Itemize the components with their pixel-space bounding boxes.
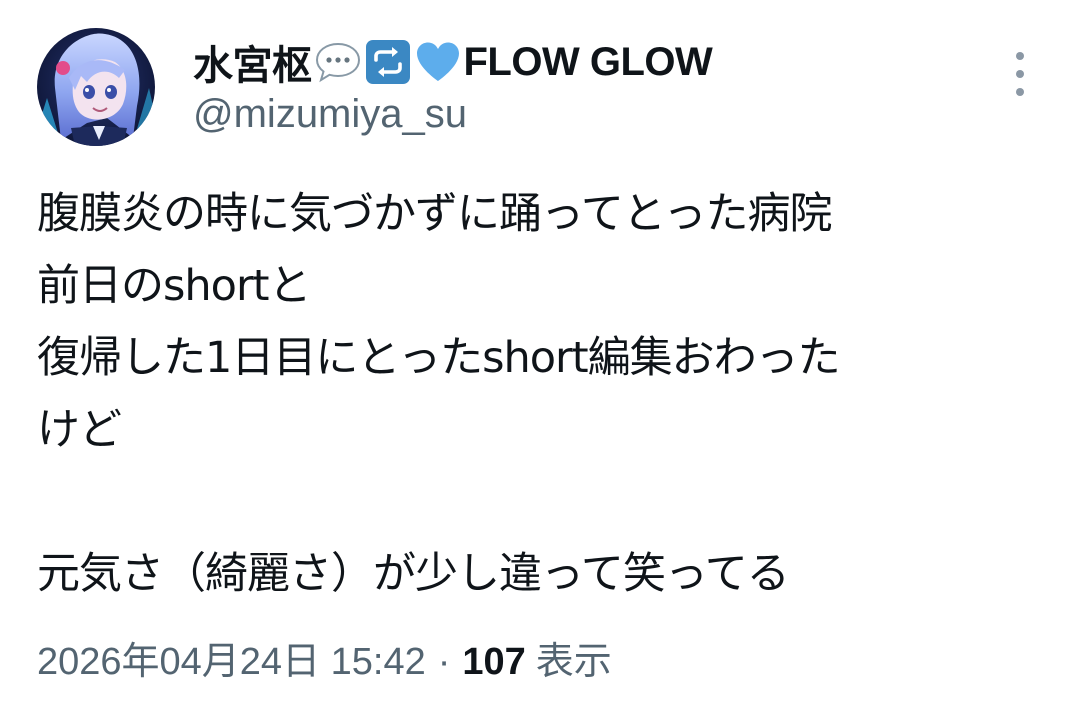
blue-heart-emoji xyxy=(414,38,462,86)
tweet-timestamp[interactable]: 2026年04月24日 15:42 xyxy=(37,630,426,685)
repeat-emoji xyxy=(364,38,412,86)
views-label: 表示 xyxy=(535,641,612,683)
speech-bubble-emoji xyxy=(314,38,362,86)
avatar-image xyxy=(37,28,155,146)
display-name-row[interactable]: 水宮枢 FLOW GLOW xyxy=(193,36,713,89)
display-name-prefix: 水宮枢 xyxy=(193,44,312,88)
user-handle[interactable]: @mizumiya_su xyxy=(193,92,467,137)
vertical-ellipsis-icon xyxy=(1016,52,1024,60)
vertical-ellipsis-icon-dot xyxy=(1016,70,1024,78)
tweet-card: 水宮枢 FLOW GLOW @mizumiya_su 腹膜炎の時に気づかずに踊っ… xyxy=(0,0,1080,715)
avatar[interactable] xyxy=(37,28,155,146)
vertical-ellipsis-icon-dot xyxy=(1016,88,1024,96)
tweet-text: 腹膜炎の時に気づかずに踊ってとった病院 前日のshortと 復帰した1日目にとっ… xyxy=(37,189,841,599)
meta-separator: · xyxy=(437,641,451,683)
display-name-suffix: FLOW GLOW xyxy=(463,39,713,84)
more-options-button[interactable] xyxy=(1002,52,1038,96)
tweet-meta: 2026年04月24日 15:42 · 107 表示 xyxy=(37,630,612,685)
views-count: 107 xyxy=(462,641,526,683)
